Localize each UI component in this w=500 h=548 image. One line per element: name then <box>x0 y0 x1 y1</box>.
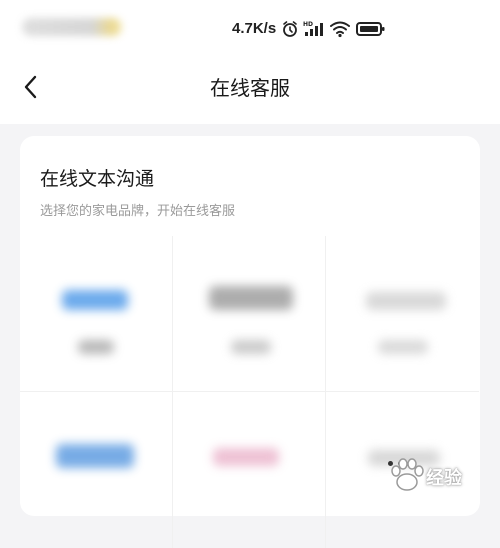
app-header: 在线客服 <box>0 46 500 124</box>
brand-logo <box>62 290 128 310</box>
network-speed: 4.7K/s <box>232 20 276 37</box>
brand-name <box>378 340 428 354</box>
alarm-icon <box>281 20 299 38</box>
brand-tile[interactable] <box>326 236 479 392</box>
card-subtitle: 选择您的家电品牌，开始在线客服 <box>40 200 235 219</box>
hd-signal-icon: HD <box>303 20 325 38</box>
svg-text:HD: HD <box>303 21 313 28</box>
brand-logo <box>366 292 446 310</box>
paw-logo-icon <box>388 458 426 494</box>
battery-icon <box>356 20 386 38</box>
wifi-icon <box>330 20 350 38</box>
brand-logo <box>56 444 134 468</box>
brand-tile[interactable] <box>20 392 173 548</box>
brand-logo <box>213 448 279 466</box>
brand-name <box>78 340 114 354</box>
brand-name <box>231 340 271 354</box>
status-bar: 4.7K/s HD <box>0 0 500 46</box>
watermark: 经验 <box>384 456 494 496</box>
brand-logo <box>209 286 293 310</box>
brand-tile[interactable] <box>173 236 326 392</box>
card-title: 在线文本沟通 <box>40 164 154 191</box>
brand-tile[interactable] <box>173 392 326 548</box>
page-title: 在线客服 <box>0 72 500 101</box>
status-bar-blurred-info <box>22 18 122 36</box>
brand-tile[interactable] <box>20 236 173 392</box>
watermark-text: 经验 <box>426 464 462 490</box>
